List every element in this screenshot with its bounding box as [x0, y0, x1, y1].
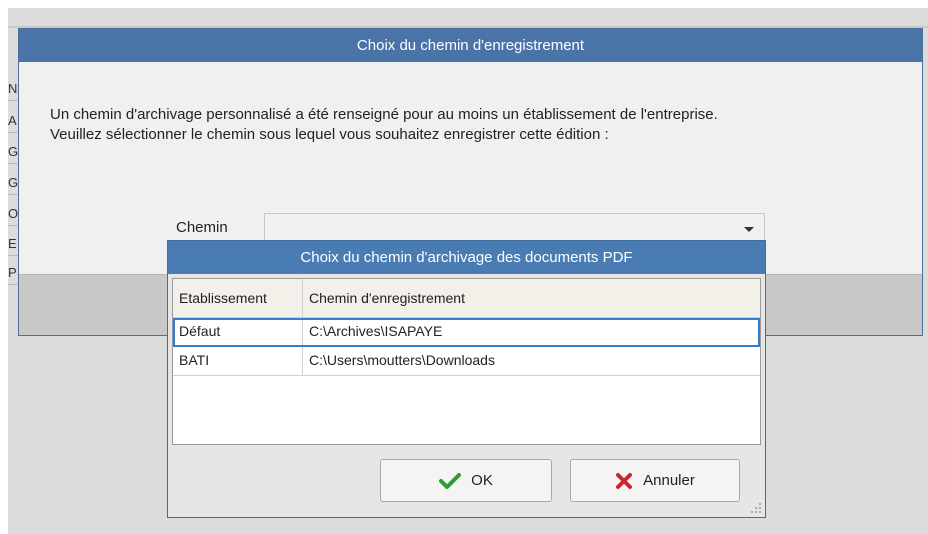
- cell-chemin: C:\Archives\ISAPAYE: [309, 323, 443, 339]
- cross-icon: [616, 472, 633, 489]
- cancel-button[interactable]: Annuler: [570, 459, 740, 502]
- cell-etablissement: Défaut: [173, 318, 303, 346]
- column-header-chemin[interactable]: Chemin d'enregistrement: [303, 279, 760, 317]
- cell-chemin: C:\Users\moutters\Downloads: [309, 352, 495, 368]
- ok-button[interactable]: OK: [380, 459, 552, 502]
- chevron-down-icon[interactable]: [744, 227, 754, 232]
- background-row: P: [8, 262, 18, 285]
- resize-grip-icon[interactable]: [750, 502, 762, 514]
- background-row: G: [8, 172, 18, 195]
- check-icon: [439, 472, 462, 489]
- background-row: E: [8, 233, 18, 256]
- dialog-title: Choix du chemin d'enregistrement: [19, 29, 922, 62]
- background-row: O: [8, 203, 18, 226]
- dialog-message: Un chemin d'archivage personnalisé a été…: [50, 105, 718, 145]
- chemin-label: Chemin: [176, 219, 228, 236]
- background-row: G: [8, 141, 18, 164]
- table-header: Etablissement Chemin d'enregistrement: [173, 279, 760, 318]
- ok-label: OK: [471, 472, 493, 489]
- path-table: Etablissement Chemin d'enregistrement Dé…: [172, 278, 761, 445]
- table-row[interactable]: BATI C:\Users\moutters\Downloads: [173, 347, 760, 376]
- column-header-etablissement[interactable]: Etablissement: [173, 279, 303, 317]
- dialog-title: Choix du chemin d'archivage des document…: [168, 241, 765, 274]
- cell-etablissement: BATI: [173, 347, 303, 375]
- table-row[interactable]: Défaut C:\Archives\ISAPAYE: [173, 318, 760, 347]
- archive-path-dialog: Choix du chemin d'archivage des document…: [167, 240, 766, 518]
- cancel-label: Annuler: [643, 472, 695, 489]
- background-row: A: [8, 110, 18, 133]
- message-line: Veuillez sélectionner le chemin sous leq…: [50, 126, 609, 143]
- message-line: Un chemin d'archivage personnalisé a été…: [50, 106, 718, 123]
- background-column-header: N: [8, 78, 18, 101]
